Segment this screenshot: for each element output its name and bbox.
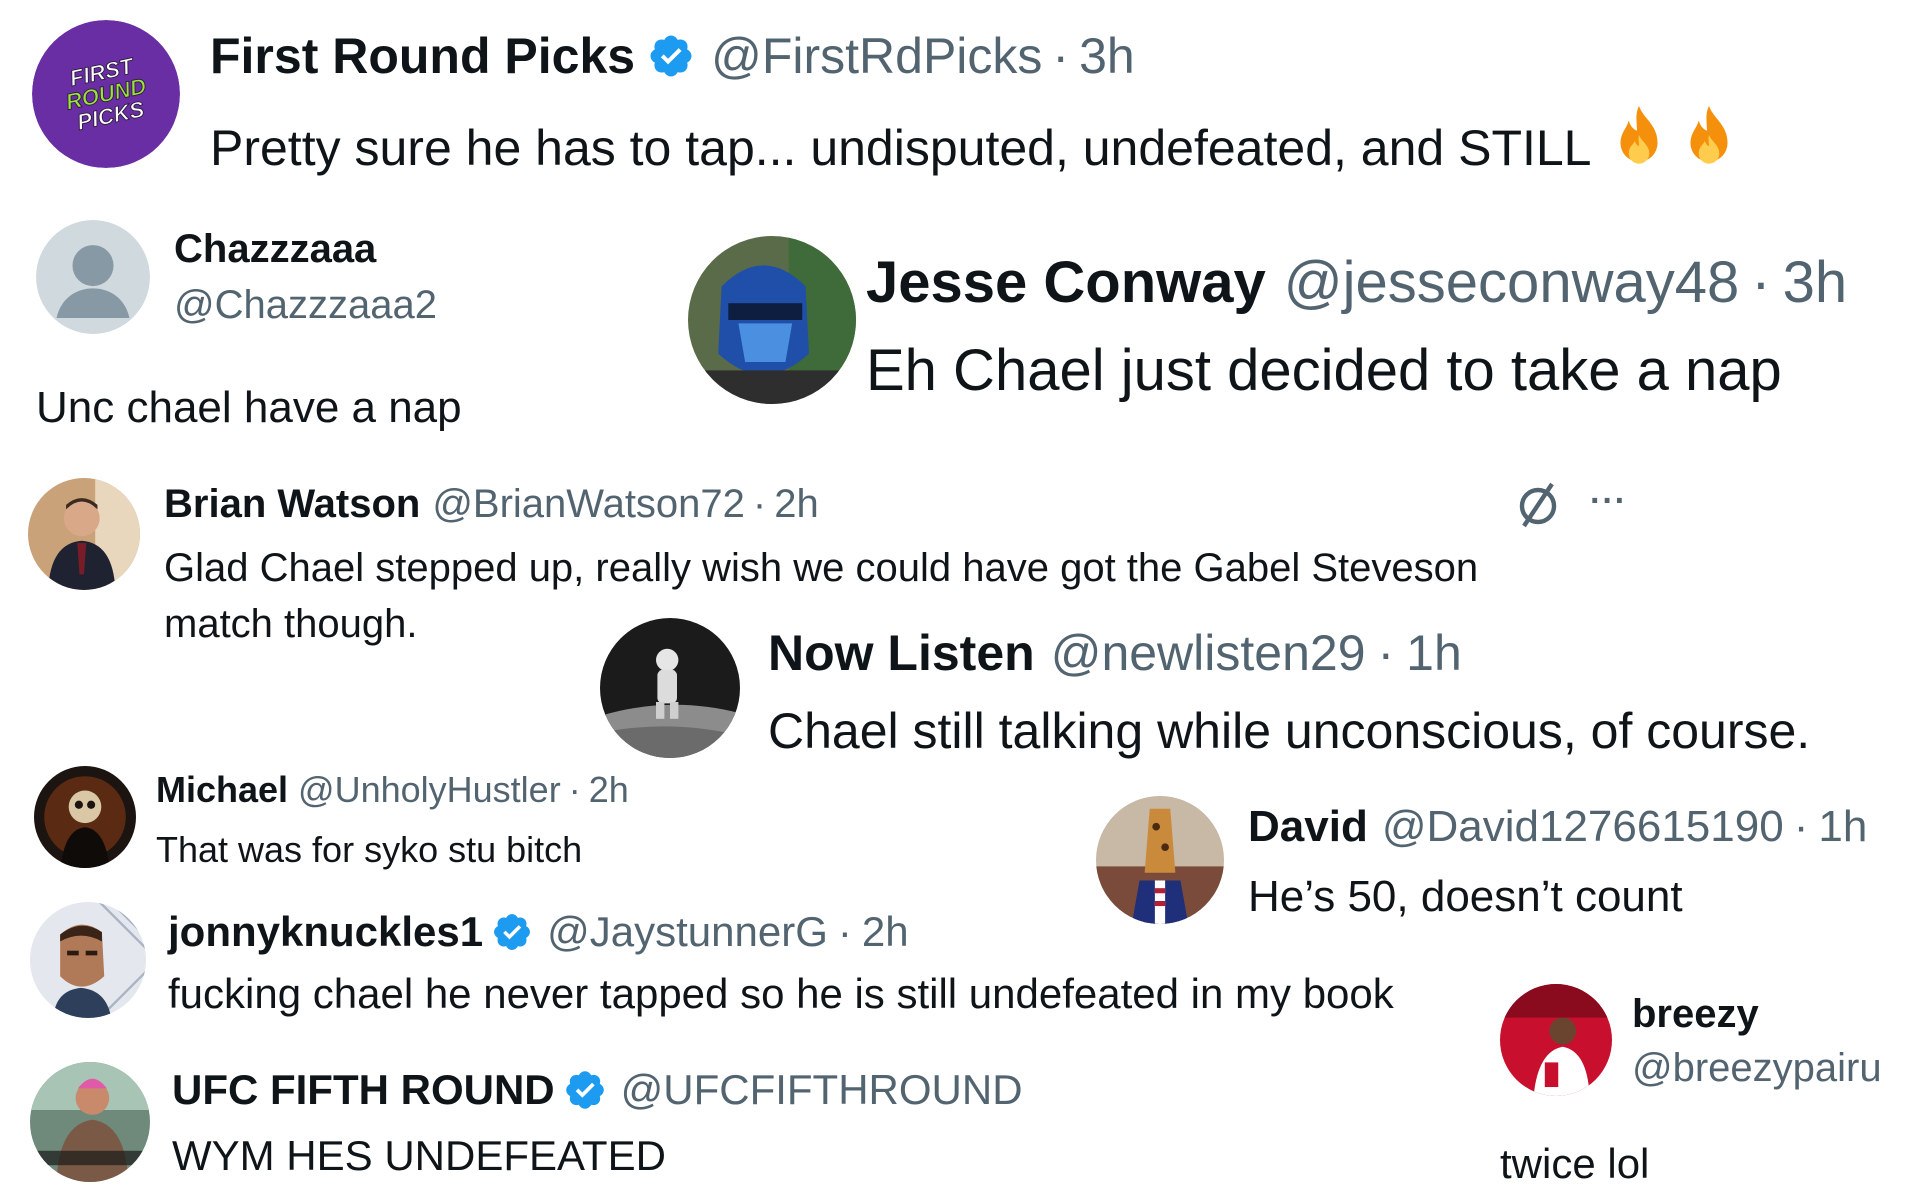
timestamp[interactable]: 2h bbox=[862, 904, 909, 960]
display-name[interactable]: UFC FIFTH ROUND bbox=[172, 1062, 555, 1118]
separator-dot: · bbox=[837, 908, 852, 955]
separator-dot: · bbox=[1793, 802, 1809, 851]
display-name[interactable]: Michael bbox=[156, 766, 288, 814]
tweet-header: Now Listen @newlisten29 · 1h bbox=[768, 620, 1462, 686]
default-avatar-icon[interactable] bbox=[36, 220, 150, 334]
separator-dot: · bbox=[752, 482, 767, 526]
display-name[interactable]: First Round Picks bbox=[210, 22, 635, 90]
avatar[interactable] bbox=[28, 478, 140, 590]
tweet-text: Eh Chael just decided to take a nap bbox=[866, 338, 1782, 403]
separator-dot: · bbox=[568, 769, 581, 810]
tweet-header: First Round Picks @FirstRdPicks · 3h bbox=[210, 22, 1135, 90]
tweet-header: jonnyknuckles1 @JaystunnerG · 2h bbox=[168, 904, 909, 960]
user-handle[interactable]: @newlisten29 bbox=[1051, 620, 1366, 686]
avatar[interactable] bbox=[30, 1062, 150, 1182]
avatar[interactable] bbox=[30, 902, 146, 1018]
tweet-text: match though. bbox=[164, 602, 418, 646]
user-handle[interactable]: @jesseconway48 bbox=[1284, 246, 1739, 320]
avatar[interactable] bbox=[1500, 984, 1612, 1096]
tweet-text: twice lol bbox=[1500, 1140, 1650, 1187]
fire-icon bbox=[1606, 104, 1672, 192]
tweet-header: Michael @UnholyHustler · 2h bbox=[156, 766, 629, 814]
timestamp[interactable]: 3h bbox=[1079, 22, 1135, 90]
display-name[interactable]: David bbox=[1248, 798, 1368, 856]
display-name[interactable]: Brian Watson bbox=[164, 478, 420, 530]
tweet-text: Pretty sure he has to tap... undisputed,… bbox=[210, 120, 1592, 176]
more-options-icon[interactable]: ··· bbox=[1590, 476, 1627, 526]
display-name[interactable]: breezy bbox=[1632, 988, 1759, 1040]
avatar[interactable] bbox=[600, 618, 740, 758]
tweet-header: Jesse Conway @jesseconway48 · 3h bbox=[866, 246, 1847, 320]
user-handle[interactable]: @breezypairu bbox=[1632, 1042, 1882, 1094]
user-handle[interactable]: @UnholyHustler bbox=[298, 766, 561, 814]
tweet-header: UFC FIFTH ROUND @UFCFIFTHROUND bbox=[172, 1062, 1023, 1118]
timestamp[interactable]: 2h bbox=[589, 766, 629, 814]
timestamp[interactable]: 2h bbox=[774, 478, 819, 530]
tweet-body: Pretty sure he has to tap... undisputed,… bbox=[210, 104, 1742, 192]
tweet-text: Unc chael have a nap bbox=[36, 383, 462, 432]
display-name[interactable]: jonnyknuckles1 bbox=[168, 904, 483, 960]
user-handle[interactable]: @Chazzzaaa2 bbox=[174, 280, 437, 330]
separator-dot: · bbox=[1751, 250, 1771, 315]
tweet-text: Chael still talking while unconscious, o… bbox=[768, 703, 1811, 759]
user-handle[interactable]: @BrianWatson72 bbox=[432, 478, 745, 530]
avatar[interactable] bbox=[1096, 796, 1224, 924]
display-name[interactable]: Now Listen bbox=[768, 620, 1035, 686]
display-name[interactable]: Jesse Conway bbox=[866, 246, 1266, 320]
grok-icon[interactable] bbox=[1514, 478, 1562, 530]
avatar[interactable] bbox=[34, 766, 136, 868]
user-handle[interactable]: @UFCFIFTHROUND bbox=[621, 1062, 1023, 1118]
verified-badge-icon bbox=[647, 32, 695, 80]
tweet-header: Brian Watson @BrianWatson72 · 2h bbox=[164, 478, 819, 530]
verified-badge-icon bbox=[563, 1068, 607, 1112]
tweet-text: Glad Chael stepped up, really wish we co… bbox=[164, 546, 1479, 590]
tweet-text: That was for syko stu bitch bbox=[156, 829, 583, 870]
display-name[interactable]: Chazzzaaa bbox=[174, 224, 376, 274]
user-handle[interactable]: @JaystunnerG bbox=[547, 904, 828, 960]
separator-dot: · bbox=[1052, 28, 1070, 84]
separator-dot: · bbox=[1377, 625, 1395, 681]
verified-badge-icon bbox=[491, 911, 533, 953]
avatar[interactable] bbox=[688, 236, 856, 404]
user-handle[interactable]: @FirstRdPicks bbox=[711, 22, 1042, 90]
tweet-text: He’s 50, doesn’t count bbox=[1248, 872, 1683, 921]
timestamp[interactable]: 1h bbox=[1406, 620, 1462, 686]
user-handle[interactable]: @David1276615190 bbox=[1382, 798, 1784, 856]
fire-icon bbox=[1676, 104, 1742, 192]
tweet-header: David @David1276615190 · 1h bbox=[1248, 798, 1867, 856]
timestamp[interactable]: 1h bbox=[1818, 798, 1867, 856]
tweet-text: WYM HES UNDEFEATED bbox=[172, 1132, 666, 1179]
avatar[interactable]: FIRST ROUND PICKS bbox=[32, 20, 180, 168]
tweet-text: fucking chael he never tapped so he is s… bbox=[168, 970, 1394, 1017]
timestamp[interactable]: 3h bbox=[1783, 246, 1848, 320]
